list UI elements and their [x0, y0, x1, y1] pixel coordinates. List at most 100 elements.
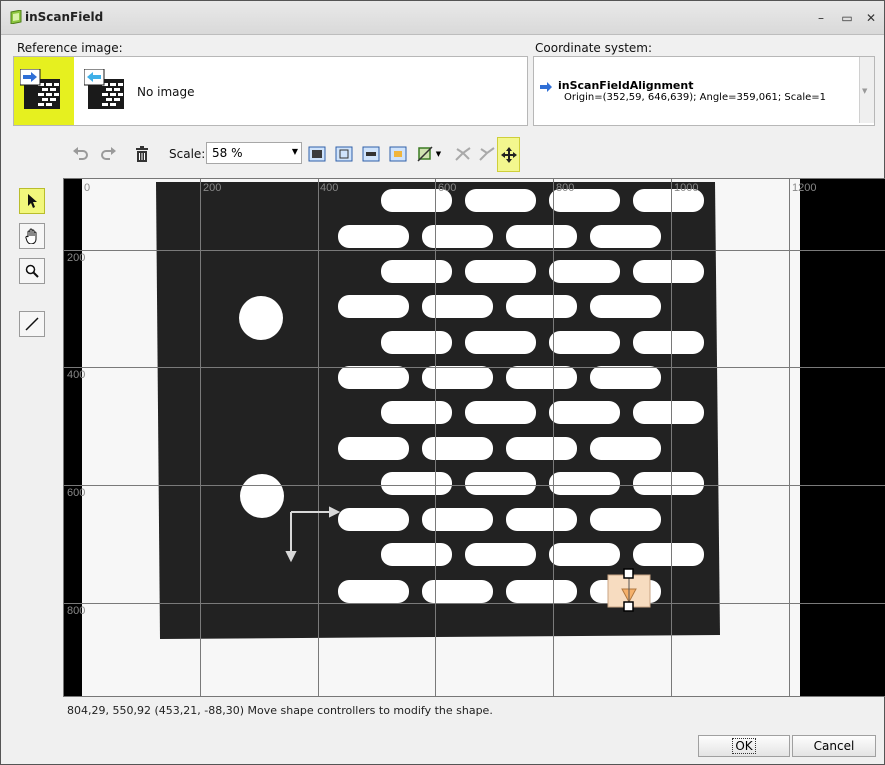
reference-image-label: Reference image: — [17, 41, 123, 55]
snap-button[interactable] — [475, 142, 499, 166]
ruler-y-label: 600 — [67, 487, 85, 499]
title-bar: inScanField – ▭ ✕ — [1, 1, 884, 35]
slot-hole — [465, 189, 536, 212]
image-canvas[interactable]: 0 200 400 600 800 1000 1200 200 400 600 … — [63, 178, 885, 697]
slot-hole — [633, 260, 704, 283]
set-reference-button[interactable] — [20, 69, 62, 111]
shape-handle-top[interactable] — [623, 568, 634, 579]
round-hole — [240, 474, 284, 518]
dialog-window: inScanField – ▭ ✕ Reference image: No im… — [0, 0, 885, 765]
coordinate-system-details: Origin=(352,59, 646,639); Angle=359,061;… — [564, 92, 827, 103]
slot-hole — [633, 401, 704, 424]
arrow-right-icon — [540, 82, 552, 92]
slot-hole — [422, 295, 493, 318]
maximize-button[interactable]: ▭ — [837, 9, 857, 27]
slot-hole — [506, 366, 577, 389]
delete-button[interactable] — [130, 142, 154, 166]
slot-hole — [633, 472, 704, 495]
window-title: inScanField — [25, 10, 104, 24]
close-button[interactable]: ✕ — [861, 9, 881, 27]
slot-hole — [506, 508, 577, 531]
magnifier-icon — [25, 264, 39, 278]
slot-hole — [465, 401, 536, 424]
undo-button[interactable] — [69, 142, 93, 166]
ruler-x-label: 1200 — [792, 182, 816, 194]
ok-button[interactable]: OK — [698, 735, 790, 757]
ruler-y-label: 200 — [67, 252, 85, 264]
scale-label: Scale: — [169, 147, 206, 161]
zoom-horizontal-button[interactable] — [359, 142, 383, 166]
round-hole — [239, 296, 283, 340]
slot-hole — [381, 260, 452, 283]
move-icon — [500, 146, 517, 163]
slot-hole — [381, 472, 452, 495]
slot-hole — [590, 366, 661, 389]
slot-hole — [422, 225, 493, 248]
coordinate-system-panel[interactable]: inScanFieldAlignment Origin=(352,59, 646… — [533, 56, 875, 126]
slot-hole — [590, 437, 661, 460]
ruler-x-label: 600 — [438, 182, 456, 194]
coordinate-system-name: inScanFieldAlignment — [558, 79, 694, 92]
slot-hole — [338, 508, 409, 531]
zoom-image-icon — [389, 146, 407, 162]
snap-off-icon — [455, 147, 471, 161]
slot-hole — [549, 543, 620, 566]
cancel-button[interactable]: Cancel — [792, 735, 876, 757]
slot-hole — [590, 225, 661, 248]
slot-hole — [506, 295, 577, 318]
slot-hole — [338, 295, 409, 318]
zoom-region-button[interactable] — [332, 142, 356, 166]
slot-hole — [506, 580, 577, 603]
move-tool-button[interactable] — [497, 137, 520, 172]
slot-hole — [422, 580, 493, 603]
crop-dropdown-button[interactable]: ▼ — [413, 142, 445, 166]
select-arrow-icon — [28, 194, 37, 208]
ruler-x-label: 800 — [556, 182, 574, 194]
load-reference-button[interactable] — [84, 69, 126, 111]
snap-icon — [479, 147, 495, 161]
status-text: 804,29, 550,92 (453,21, -88,30) Move sha… — [67, 704, 493, 717]
slot-hole — [422, 508, 493, 531]
ruler-x-label: 400 — [320, 182, 338, 194]
shape-handle-bottom[interactable] — [623, 601, 634, 612]
select-tool-button[interactable] — [19, 188, 45, 214]
slot-hole — [549, 472, 620, 495]
redo-button[interactable] — [96, 142, 120, 166]
minimize-button[interactable]: – — [811, 9, 831, 27]
slot-hole — [465, 472, 536, 495]
pan-tool-button[interactable] — [19, 223, 45, 249]
slot-hole — [338, 437, 409, 460]
cancel-label: Cancel — [813, 739, 855, 753]
slot-hole — [465, 331, 536, 354]
snap-off-button[interactable] — [451, 142, 475, 166]
zoom-tool-button[interactable] — [19, 258, 45, 284]
coordinate-scrollbar[interactable]: ▼ — [859, 57, 874, 123]
chevron-down-icon: ▼ — [435, 150, 442, 158]
ruler-x-label: 1000 — [674, 182, 698, 194]
slot-hole — [633, 331, 704, 354]
slot-hole — [549, 331, 620, 354]
scan-field-shape[interactable] — [607, 568, 651, 612]
coordinate-system-label: Coordinate system: — [535, 41, 653, 55]
slot-hole — [590, 508, 661, 531]
slot-hole — [422, 366, 493, 389]
slot-hole — [549, 260, 620, 283]
canvas-svg: 0 200 400 600 800 1000 1200 200 400 600 … — [64, 179, 885, 696]
delete-icon — [136, 146, 148, 162]
scale-dropdown[interactable]: 58 % ▼ — [206, 142, 302, 164]
crop-icon — [417, 146, 433, 162]
slot-hole — [338, 366, 409, 389]
line-tool-button[interactable] — [19, 311, 45, 337]
reference-image-panel: No image — [13, 56, 528, 126]
slot-hole — [506, 437, 577, 460]
zoom-fit-button[interactable] — [305, 142, 329, 166]
slot-hole — [381, 543, 452, 566]
ruler-x-label: 200 — [203, 182, 221, 194]
slot-hole — [465, 260, 536, 283]
slot-hole — [549, 401, 620, 424]
zoom-horizontal-icon — [362, 146, 380, 162]
slot-hole — [465, 543, 536, 566]
ruler-y-label: 400 — [67, 369, 85, 381]
scroll-down-icon: ▼ — [862, 87, 868, 95]
zoom-image-button[interactable] — [386, 142, 410, 166]
